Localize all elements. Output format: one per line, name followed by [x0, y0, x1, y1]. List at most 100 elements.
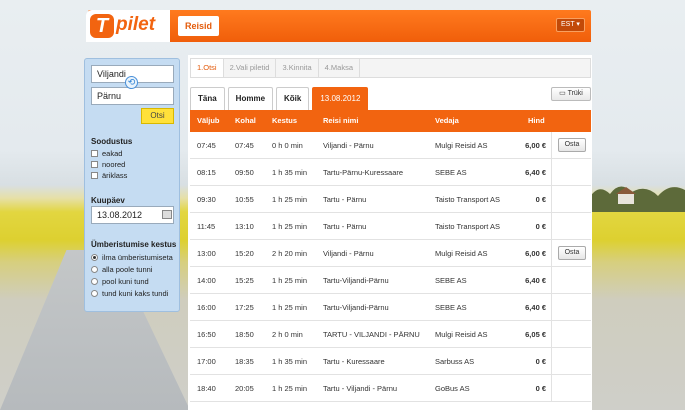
discount-option-ariklass[interactable]: äriklass	[91, 170, 127, 180]
transfer-option-3[interactable]: tund kuni kaks tundi	[91, 288, 168, 298]
table-row[interactable]: 09:30 10:55 1 h 25 min Tartu - Pärnu Taisto …	[190, 186, 591, 213]
table-cell: Mulgi Reisid AS	[435, 330, 488, 339]
table-cell: 14:00	[197, 276, 216, 285]
column-divider	[551, 186, 552, 213]
table-row[interactable]: 11:45 13:10 1 h 25 min Tartu - Pärnu Taisto …	[190, 213, 591, 240]
price-cell: 6,00 €	[525, 141, 546, 150]
table-cell: 18:35	[235, 357, 254, 366]
column-divider	[551, 348, 552, 375]
transfer-option-2[interactable]: pool kuni tund	[91, 276, 149, 286]
table-cell: Tartu-Viljandi-Pärnu	[323, 303, 389, 312]
price-cell: 6,40 €	[525, 276, 546, 285]
column-divider	[551, 132, 552, 159]
table-cell: Tartu - Pärnu	[323, 195, 367, 204]
radio-selected[interactable]	[91, 253, 98, 261]
table-row[interactable]: 17:00 18:35 1 h 35 min Tartu - Kuressaare Sa…	[190, 348, 591, 375]
tab-date[interactable]: 13.08.2012	[312, 87, 369, 110]
discount-option-noored[interactable]: noored	[91, 159, 125, 169]
col-kestus: Kestus	[272, 116, 298, 125]
step-2: 2.Vali piletid	[224, 59, 277, 77]
checkbox[interactable]	[91, 160, 98, 168]
column-divider	[551, 375, 552, 402]
table-cell: 16:50	[197, 330, 216, 339]
to-input[interactable]: Pärnu	[91, 87, 174, 105]
table-cell: 18:50	[235, 330, 254, 339]
background-trees	[588, 186, 685, 212]
calendar-icon[interactable]	[162, 210, 172, 219]
table-cell: 2 h 20 min	[272, 249, 308, 258]
table-row[interactable]: 16:50 18:50 2 h 0 min TARTU - VILJANDI - PÄ…	[190, 321, 591, 348]
table-cell: 20:05	[235, 384, 254, 393]
table-cell: Tartu - Viljandi - Pärnu	[323, 384, 398, 393]
buy-button[interactable]: Osta	[558, 138, 586, 152]
table-row[interactable]: 14:00 15:25 1 h 25 min Tartu-Viljandi-Pärnu…	[190, 267, 591, 294]
checkbox[interactable]	[91, 149, 98, 157]
table-row[interactable]: 13:00 15:20 2 h 20 min Viljandi - Pärnu Mulg…	[190, 240, 591, 267]
checkbox[interactable]	[91, 171, 98, 179]
column-divider	[551, 213, 552, 240]
table-row[interactable]: 07:45 07:45 0 h 0 min Viljandi - Pärnu Mulgi…	[190, 132, 591, 159]
table-row[interactable]: 18:40 20:05 1 h 25 min Tartu - Viljandi - P…	[190, 375, 591, 402]
table-row[interactable]: 16:00 17:25 1 h 25 min Tartu-Viljandi-Pärnu…	[190, 294, 591, 321]
tab-koik[interactable]: Kõik	[276, 87, 310, 110]
buy-button[interactable]: Osta	[558, 246, 586, 260]
swap-icon[interactable]: ⟲	[125, 76, 138, 89]
logo-wordmark: pilet	[116, 14, 156, 35]
table-cell: 17:25	[235, 303, 254, 312]
radio[interactable]	[91, 265, 98, 273]
date-title: Kuupäev	[91, 196, 125, 205]
table-cell: Tartu - Kuressaare	[323, 357, 385, 366]
table-cell: 1 h 25 min	[272, 276, 308, 285]
table-cell: 11:45	[197, 222, 216, 231]
step-1[interactable]: 1.Otsi	[191, 59, 224, 77]
transfer-option-1[interactable]: alla poole tunni	[91, 264, 152, 274]
price-cell: 6,40 €	[525, 168, 546, 177]
table-row[interactable]: 08:15 09:50 1 h 35 min Tartu-Pärnu-Kuressaa…	[190, 159, 591, 186]
table-cell: Tartu-Pärnu-Kuressaare	[323, 168, 404, 177]
language-select[interactable]: EST ▾	[556, 18, 585, 32]
price-cell: 0 €	[535, 222, 546, 231]
price-cell: 0 €	[535, 384, 546, 393]
table-cell: 09:30	[197, 195, 216, 204]
column-divider	[551, 294, 552, 321]
step-indicator: 1.Otsi 2.Vali piletid 3.Kinnita 4.Maksa	[190, 58, 591, 78]
column-divider	[551, 321, 552, 348]
table-cell: TARTU - VILJANDI - PÄRNU	[323, 330, 420, 339]
table-cell: SEBE AS	[435, 168, 467, 177]
table-cell: 17:00	[197, 357, 216, 366]
table-cell: 10:55	[235, 195, 254, 204]
table-cell: Mulgi Reisid AS	[435, 141, 488, 150]
transfer-title: Ümberistumise kestus	[91, 240, 177, 249]
day-tabs: Täna Homme Kõik 13.08.2012	[190, 87, 369, 110]
price-cell: 6,05 €	[525, 330, 546, 339]
table-cell: Taisto Transport AS	[435, 222, 501, 231]
table-cell: Tartu - Pärnu	[323, 222, 367, 231]
search-button[interactable]: Otsi	[141, 108, 174, 124]
col-hind: Hind	[528, 116, 545, 125]
printer-icon: ▭	[559, 90, 568, 97]
table-cell: Viljandi - Pärnu	[323, 249, 374, 258]
logo[interactable]: T pilet	[86, 10, 170, 42]
radio[interactable]	[91, 277, 98, 285]
table-cell: 0 h 0 min	[272, 141, 303, 150]
price-cell: 0 €	[535, 357, 546, 366]
table-cell: GoBus AS	[435, 384, 470, 393]
table-cell: SEBE AS	[435, 303, 467, 312]
table-cell: 15:25	[235, 276, 254, 285]
print-button[interactable]: ▭ Trüki	[551, 87, 591, 101]
table-cell: 07:45	[235, 141, 254, 150]
price-cell: 6,00 €	[525, 249, 546, 258]
col-valjub: Väljub	[197, 116, 220, 125]
table-cell: SEBE AS	[435, 276, 467, 285]
tab-tana[interactable]: Täna	[190, 87, 225, 110]
discount-option-eakad[interactable]: eakad	[91, 148, 122, 158]
table-cell: 08:15	[197, 168, 216, 177]
step-3: 3.Kinnita	[276, 59, 319, 77]
transfer-option-0[interactable]: ilma ümberistumiseta	[91, 252, 173, 262]
logo-mark: T	[90, 14, 114, 38]
tab-homme[interactable]: Homme	[227, 87, 274, 110]
radio[interactable]	[91, 289, 98, 297]
column-divider	[551, 267, 552, 294]
table-cell: 1 h 25 min	[272, 195, 308, 204]
nav-reisid[interactable]: Reisid	[178, 16, 220, 36]
